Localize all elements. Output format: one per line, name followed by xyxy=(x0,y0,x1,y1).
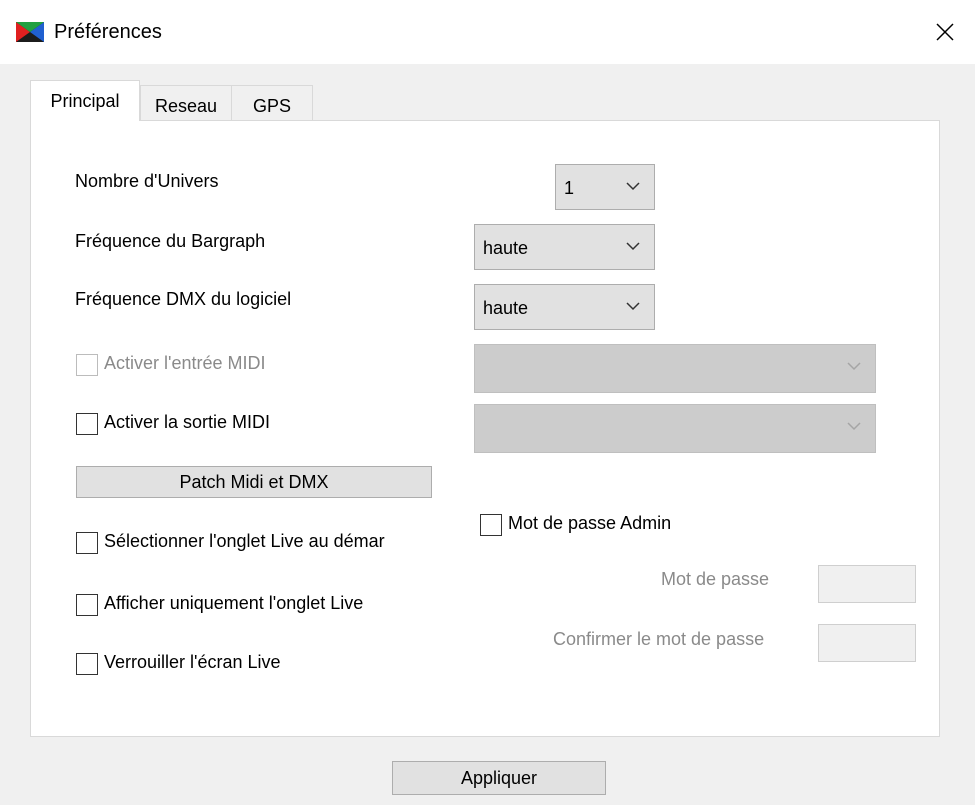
chevron-down-icon xyxy=(847,362,861,371)
bargraph-freq-select[interactable]: haute xyxy=(474,224,655,270)
dmx-freq-select[interactable]: haute xyxy=(474,284,655,330)
show-only-live-label: Afficher uniquement l'onglet Live xyxy=(104,593,364,613)
midi-in-label: Activer l'entrée MIDI xyxy=(104,353,266,373)
chevron-down-icon xyxy=(626,182,640,191)
password-field[interactable] xyxy=(818,565,916,603)
midi-in-device-select[interactable] xyxy=(474,344,876,393)
chevron-down-icon xyxy=(626,302,640,311)
universes-select[interactable]: 1 xyxy=(555,164,655,210)
midi-in-checkbox[interactable] xyxy=(76,354,98,376)
close-icon xyxy=(936,23,954,41)
universes-value: 1 xyxy=(564,178,575,198)
dmx-freq-label: Fréquence DMX du logiciel xyxy=(75,289,292,309)
tab-gps[interactable]: GPS xyxy=(231,85,313,121)
confirm-password-field[interactable] xyxy=(818,624,916,662)
chevron-down-icon xyxy=(847,422,861,431)
midi-out-device-select[interactable] xyxy=(474,404,876,453)
close-button[interactable] xyxy=(915,0,975,64)
password-label: Mot de passe xyxy=(661,569,770,589)
admin-password-label: Mot de passe Admin xyxy=(508,513,672,533)
window-title: Préférences xyxy=(54,21,162,43)
chevron-down-icon xyxy=(626,242,640,251)
select-live-tab-label: Sélectionner l'onglet Live au démar xyxy=(104,531,385,551)
show-only-live-checkbox[interactable] xyxy=(76,594,98,616)
tab-label: Reseau xyxy=(154,96,218,116)
dmx-freq-value: haute xyxy=(483,298,529,318)
title-bar: Préférences xyxy=(0,0,975,64)
admin-password-checkbox[interactable] xyxy=(480,514,502,536)
app-logo-icon xyxy=(16,22,44,42)
lock-live-checkbox[interactable] xyxy=(76,653,98,675)
apply-button[interactable]: Appliquer xyxy=(392,761,606,795)
select-live-tab-checkbox[interactable] xyxy=(76,532,98,554)
midi-out-label: Activer la sortie MIDI xyxy=(104,412,271,432)
tab-principal[interactable]: Principal xyxy=(30,80,140,121)
tab-label: GPS xyxy=(252,96,291,116)
confirm-password-label: Confirmer le mot de passe xyxy=(553,629,765,649)
bargraph-freq-value: haute xyxy=(483,238,529,258)
bargraph-freq-label: Fréquence du Bargraph xyxy=(75,231,266,251)
tab-reseau[interactable]: Reseau xyxy=(140,85,232,121)
universes-label: Nombre d'Univers xyxy=(75,171,219,191)
lock-live-label: Verrouiller l'écran Live xyxy=(104,652,281,672)
tab-label: Principal xyxy=(50,91,120,111)
midi-out-checkbox[interactable] xyxy=(76,413,98,435)
patch-midi-dmx-button[interactable]: Patch Midi et DMX xyxy=(76,466,432,498)
